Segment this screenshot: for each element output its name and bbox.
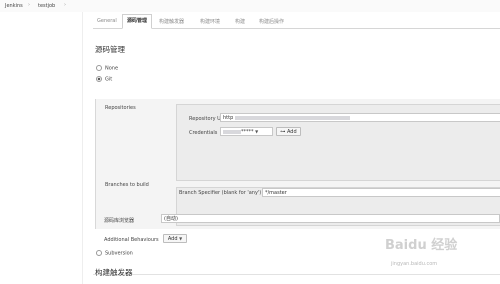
subversion-label: Subversion <box>105 250 133 257</box>
chevron-down-icon: ▼ <box>179 236 183 241</box>
credentials-select[interactable]: ***** ▼ <box>220 127 273 136</box>
branches-label: Branches to build <box>105 182 149 188</box>
credentials-value: ***** <box>241 129 254 135</box>
repo-url-input[interactable]: http <box>220 113 500 122</box>
repo-browser-select[interactable]: (自动) <box>161 214 500 223</box>
repo-browser-label: 源码库浏览器 <box>104 218 135 224</box>
scm-none-option[interactable]: None <box>96 65 118 72</box>
tab-build[interactable]: 构建 <box>235 18 245 25</box>
branch-specifier-input[interactable]: */master <box>262 188 500 197</box>
radio-subversion[interactable] <box>96 250 102 256</box>
additional-behaviours-add-button[interactable]: Add ▼ <box>163 234 187 243</box>
repository-box: Repository URL http Credentials ***** ▼ … <box>176 104 500 181</box>
tab-build-env[interactable]: 构建环境 <box>200 18 220 25</box>
repositories-label: Repositories <box>105 105 136 111</box>
credentials-add-label: Add <box>286 129 297 135</box>
git-label: Git <box>105 76 113 83</box>
watermark-brand: Baidu 经验 <box>385 238 458 253</box>
breadcrumb-testjob[interactable]: testjob <box>38 3 55 9</box>
none-label: None <box>105 65 119 72</box>
branch-specifier-label: Branch Specifier (blank for 'any') <box>179 190 262 196</box>
repo-url-value: http <box>223 115 234 121</box>
breadcrumb-separator: › <box>64 2 66 8</box>
scm-git-option[interactable]: Git <box>96 76 112 83</box>
redacted-credential <box>223 129 241 134</box>
trigger-section-title: 构建触发器 <box>95 268 133 277</box>
tab-general[interactable]: General <box>97 18 117 24</box>
credentials-label: Credentials <box>189 130 218 136</box>
tab-triggers[interactable]: 构建触发器 <box>159 18 184 25</box>
radio-git[interactable] <box>96 76 102 82</box>
scm-section-title: 源码管理 <box>95 45 125 54</box>
tab-scm[interactable]: 源码管理 <box>122 14 153 29</box>
key-icon: ⊶ <box>280 129 286 135</box>
breadcrumb-jenkins[interactable]: Jenkins <box>5 3 23 9</box>
credentials-add-button[interactable]: ⊶ Add <box>276 127 301 136</box>
additional-behaviours-label: Additional Behaviours <box>104 237 159 243</box>
breadcrumb-separator: › <box>28 2 30 8</box>
repo-browser-value: (自动) <box>164 216 178 222</box>
chevron-down-icon: ▼ <box>255 129 259 134</box>
git-config-panel: Repositories Repository URL http Credent… <box>95 99 500 229</box>
tab-post-build[interactable]: 构建后操作 <box>259 18 284 25</box>
left-sidebar <box>0 12 83 284</box>
add-behaviour-label: Add <box>167 236 178 242</box>
config-tabbar: General 源码管理 构建触发器 构建环境 构建 构建后操作 <box>93 14 500 29</box>
watermark-url: jingyan.baidu.com <box>391 261 438 267</box>
baidu-watermark: Baidu 经验 jingyan.baidu.com <box>385 230 495 275</box>
branch-specifier-value: */master <box>265 190 287 196</box>
scm-subversion-option[interactable]: Subversion <box>96 250 133 257</box>
redacted-url <box>235 115 351 120</box>
radio-none[interactable] <box>96 65 102 71</box>
